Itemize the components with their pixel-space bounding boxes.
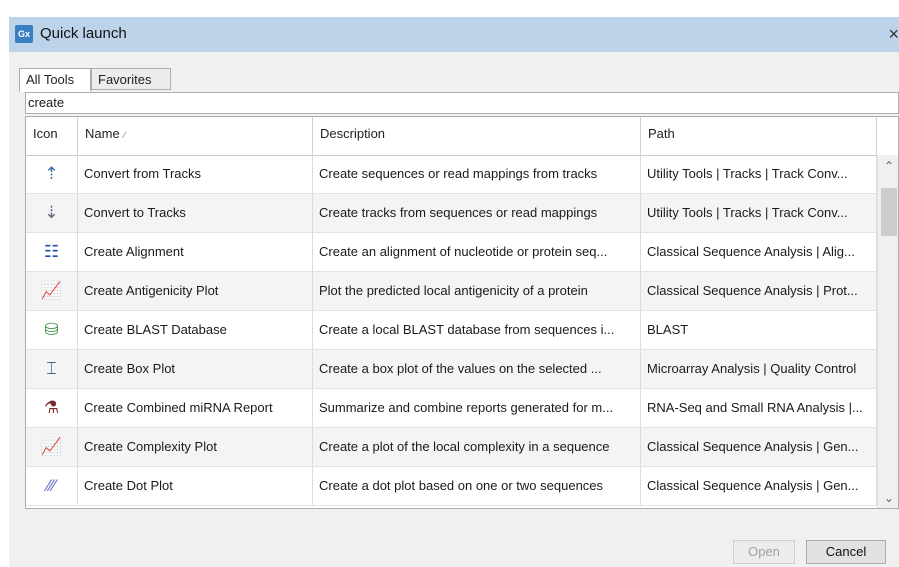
tool-description: Create sequences or read mappings from t… bbox=[313, 155, 641, 193]
background-strip bbox=[0, 0, 899, 17]
title-bar: Gx Quick launch × bbox=[9, 17, 899, 52]
tool-description: Summarize and combine reports generated … bbox=[313, 389, 641, 427]
tool-path: Classical Sequence Analysis | Prot... bbox=[641, 272, 877, 310]
scroll-up-icon[interactable]: ⌃ bbox=[878, 155, 898, 177]
tool-description: Create a local BLAST database from seque… bbox=[313, 311, 641, 349]
tool-path: Classical Sequence Analysis | Gen... bbox=[641, 428, 877, 466]
tool-name: Create BLAST Database bbox=[78, 311, 313, 349]
tool-name: Create Dot Plot bbox=[78, 467, 313, 505]
tool-name: Create Alignment bbox=[78, 233, 313, 271]
tool-description: Create an alignment of nucleotide or pro… bbox=[313, 233, 641, 271]
table-row[interactable]: ☷ Create Alignment Create an alignment of … bbox=[26, 233, 877, 272]
blast-database-icon: ⛁ bbox=[26, 311, 78, 349]
column-header-path[interactable]: Path bbox=[641, 117, 877, 155]
tool-name: Create Combined miRNA Report bbox=[78, 389, 313, 427]
table-header: Icon Name ⁄ Description Path bbox=[26, 117, 898, 156]
tool-path: Classical Sequence Analysis | Alig... bbox=[641, 233, 877, 271]
tab-favorites[interactable]: Favorites bbox=[91, 68, 171, 90]
tools-table: Icon Name ⁄ Description Path ⇡ Convert fro… bbox=[25, 116, 899, 509]
column-header-name[interactable]: Name ⁄ bbox=[78, 117, 313, 155]
convert-from-tracks-icon: ⇡ bbox=[26, 155, 78, 193]
mirna-report-icon: ⚗ bbox=[26, 389, 78, 427]
column-header-name-label: Name bbox=[85, 126, 120, 141]
tool-description: Create a dot plot based on one or two se… bbox=[313, 467, 641, 505]
tool-name: Convert from Tracks bbox=[78, 155, 313, 193]
plot-icon: 📈 bbox=[26, 428, 78, 466]
tab-all-tools[interactable]: All Tools bbox=[19, 68, 91, 92]
tool-path: Utility Tools | Tracks | Track Conv... bbox=[641, 194, 877, 232]
plot-icon: 📈 bbox=[26, 272, 78, 310]
close-button[interactable]: × bbox=[879, 23, 899, 45]
table-row[interactable]: 📈 Create Antigenicity Plot Plot the predic… bbox=[26, 272, 877, 311]
tool-path: Microarray Analysis | Quality Control bbox=[641, 350, 877, 388]
vertical-scrollbar[interactable]: ⌃ ⌄ bbox=[877, 155, 898, 508]
tool-name: Convert to Tracks bbox=[78, 194, 313, 232]
tool-description: Plot the predicted local antigenicity of… bbox=[313, 272, 641, 310]
table-row[interactable]: ⇣ Convert to Tracks Create tracks from seq… bbox=[26, 194, 877, 233]
search-input[interactable]: create bbox=[25, 92, 899, 114]
app-logo-icon: Gx bbox=[15, 25, 33, 43]
box-plot-icon: ⌶ bbox=[26, 350, 78, 388]
column-header-icon[interactable]: Icon bbox=[26, 117, 78, 155]
table-row[interactable]: ⛁ Create BLAST Database Create a local BLA… bbox=[26, 311, 877, 350]
table-row[interactable]: ⌶ Create Box Plot Create a box plot of the… bbox=[26, 350, 877, 389]
window-title: Quick launch bbox=[40, 25, 127, 42]
table-row[interactable]: ⁄⁄⁄ Create Dot Plot Create a dot plot base… bbox=[26, 467, 877, 506]
scrollbar-thumb[interactable] bbox=[881, 188, 897, 236]
column-header-description[interactable]: Description bbox=[313, 117, 641, 155]
scroll-down-icon[interactable]: ⌄ bbox=[878, 487, 898, 508]
tool-description: Create a box plot of the values on the s… bbox=[313, 350, 641, 388]
tool-name: Create Box Plot bbox=[78, 350, 313, 388]
sort-ascending-icon: ⁄ bbox=[123, 130, 126, 140]
table-row[interactable]: 📈 Create Complexity Plot Create a plot of … bbox=[26, 428, 877, 467]
open-button[interactable]: Open bbox=[733, 540, 795, 564]
tool-path: RNA-Seq and Small RNA Analysis |... bbox=[641, 389, 877, 427]
tool-name: Create Antigenicity Plot bbox=[78, 272, 313, 310]
dot-plot-icon: ⁄⁄⁄ bbox=[26, 467, 78, 505]
table-row[interactable]: ⇡ Convert from Tracks Create sequences or … bbox=[26, 155, 877, 194]
tool-description: Create a plot of the local complexity in… bbox=[313, 428, 641, 466]
tool-path: Classical Sequence Analysis | Gen... bbox=[641, 467, 877, 505]
alignment-icon: ☷ bbox=[26, 233, 78, 271]
tool-path: Utility Tools | Tracks | Track Conv... bbox=[641, 155, 877, 193]
tool-path: BLAST bbox=[641, 311, 877, 349]
tool-name: Create Complexity Plot bbox=[78, 428, 313, 466]
cancel-button[interactable]: Cancel bbox=[806, 540, 886, 564]
convert-to-tracks-icon: ⇣ bbox=[26, 194, 78, 232]
table-row[interactable]: ⚗ Create Combined miRNA Report Summarize a… bbox=[26, 389, 877, 428]
tool-description: Create tracks from sequences or read map… bbox=[313, 194, 641, 232]
column-header-spacer bbox=[877, 117, 898, 155]
